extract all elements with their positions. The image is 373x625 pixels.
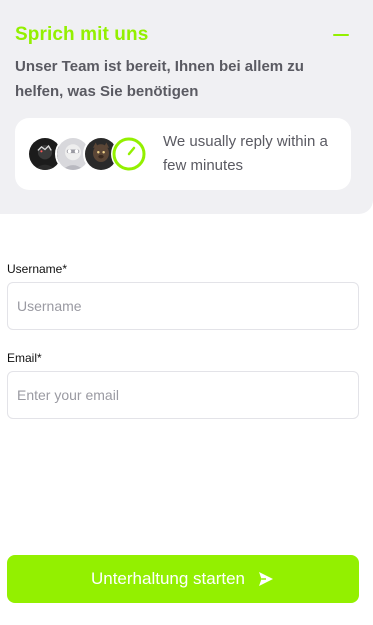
username-input[interactable] [7, 282, 359, 330]
required-mark: * [37, 351, 42, 365]
email-label-text: Email [7, 351, 38, 365]
username-label: Username* [7, 262, 67, 276]
required-mark: * [62, 262, 68, 276]
reply-time-text: We usually reply within a few minutes [163, 133, 328, 174]
chat-widget: Sprich mit uns Unser Team ist bereit, Ih… [0, 0, 373, 625]
chat-subtitle: Unser Team ist bereit, Ihnen bei allem z… [15, 58, 304, 100]
email-label: Email* [7, 351, 42, 365]
minus-icon [333, 33, 349, 37]
start-conversation-label: Unterhaltung starten [90, 569, 246, 588]
send-icon [257, 570, 275, 588]
chat-header: Sprich mit uns Unser Team ist bereit, Ih… [0, 0, 373, 214]
start-conversation-button[interactable]: Unterhaltung starten [7, 555, 359, 603]
minimize-button[interactable] [330, 24, 352, 46]
username-label-text: Username [7, 262, 63, 276]
reply-time-card: We usually reply within a few minutes [15, 118, 351, 190]
email-input[interactable] [7, 371, 359, 419]
clock-icon [111, 136, 147, 172]
chat-title: Sprich mit uns [15, 24, 149, 45]
team-avatars [15, 118, 147, 190]
